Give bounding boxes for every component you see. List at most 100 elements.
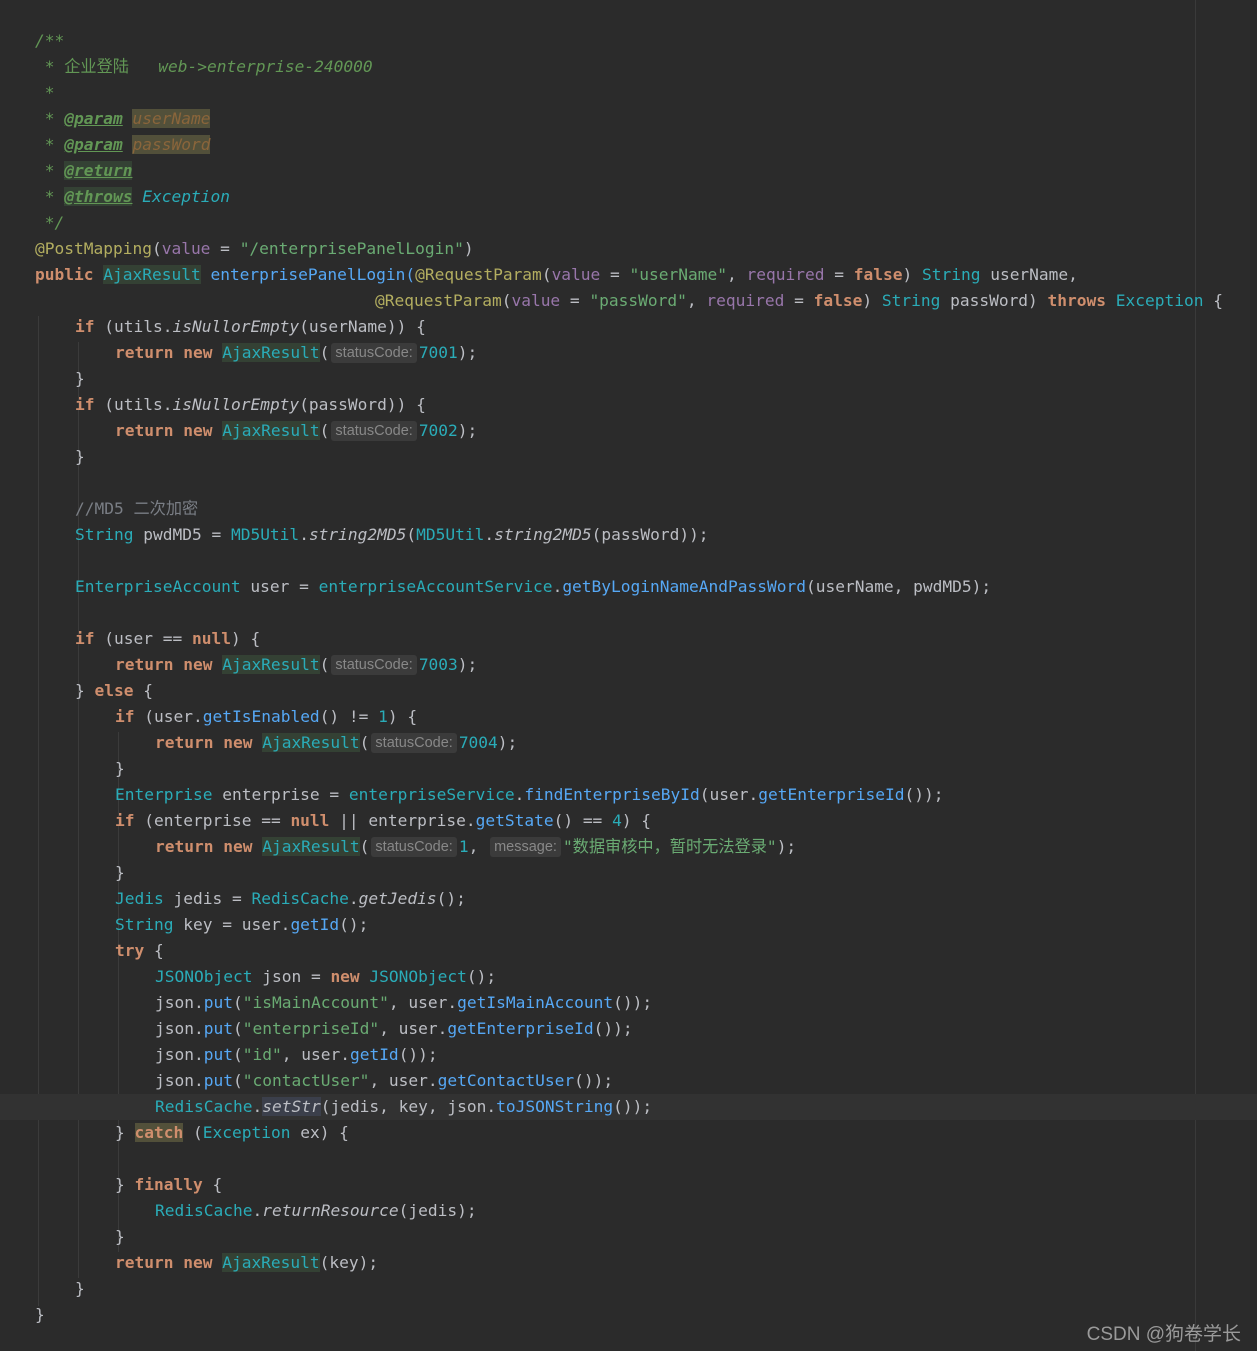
code-token: value — [161, 239, 211, 258]
code-token: (enterprise == — [144, 811, 291, 830]
code-line[interactable]: * @throws Exception — [35, 184, 230, 210]
code-token: @throws — [64, 187, 133, 206]
code-line[interactable]: if (user == null) { — [75, 626, 260, 652]
code-token: AjaxResult — [222, 421, 320, 440]
code-line[interactable]: } else { — [75, 678, 153, 704]
code-token: ( — [232, 1019, 243, 1038]
code-token: RedisCache — [251, 889, 349, 908]
code-token: (utils. — [104, 317, 173, 336]
code-token: String — [115, 915, 174, 934]
code-token: try — [115, 941, 145, 960]
code-token: else — [94, 681, 134, 700]
code-line[interactable]: //MD5 二次加密 — [75, 496, 198, 522]
code-token: = — [210, 239, 240, 258]
code-token: , — [686, 291, 707, 310]
code-line[interactable]: try { — [115, 938, 164, 964]
code-line[interactable]: /** — [35, 28, 64, 54]
code-line[interactable]: json.put("contactUser", user.getContactU… — [155, 1068, 613, 1094]
code-token: getContactUser — [437, 1071, 575, 1090]
code-line[interactable]: * 企业登陆 web->enterprise-240000 — [35, 54, 373, 80]
code-token: ) — [862, 291, 882, 310]
code-token: (user == — [104, 629, 192, 648]
code-line[interactable]: return new AjaxResult(statusCode: 7002); — [115, 418, 477, 444]
code-token: "passWord" — [589, 291, 687, 310]
code-line[interactable]: Enterprise enterprise = enterpriseServic… — [115, 782, 943, 808]
code-line[interactable]: if (user.getIsEnabled() != 1) { — [115, 704, 417, 730]
code-token: (); — [466, 967, 497, 986]
code-token: (jedis, key, json. — [320, 1097, 497, 1116]
code-line[interactable]: * @return — [35, 158, 133, 184]
code-editor[interactable]: /** * 企业登陆 web->enterprise-240000 * * @p… — [0, 0, 1257, 1351]
code-line[interactable]: } — [75, 366, 85, 392]
code-token: if — [75, 395, 105, 414]
code-line[interactable]: json.put("isMainAccount", user.getIsMain… — [155, 990, 652, 1016]
code-token: Exception — [142, 187, 230, 206]
code-token: json. — [155, 993, 204, 1012]
code-token: ( — [406, 525, 417, 544]
code-line[interactable]: EnterpriseAccount user = enterpriseAccou… — [75, 574, 991, 600]
code-line[interactable]: return new AjaxResult(key); — [115, 1250, 378, 1276]
code-line[interactable]: json.put("enterpriseId", user.getEnterpr… — [155, 1016, 633, 1042]
code-token: } — [115, 1175, 135, 1194]
code-line[interactable]: if (utils.isNullorEmpty(userName)) { — [75, 314, 426, 340]
code-token: ( — [359, 733, 370, 752]
code-line[interactable]: } — [115, 860, 125, 886]
code-token: return new — [115, 343, 223, 362]
code-line[interactable]: return new AjaxResult(statusCode: 1, mess… — [155, 834, 796, 860]
code-token: jedis = — [163, 889, 252, 908]
code-token: getEnterpriseId — [447, 1019, 594, 1038]
code-token: = — [560, 291, 590, 310]
code-token: MD5Util — [416, 525, 485, 544]
code-line[interactable]: * @param passWord — [35, 132, 211, 158]
code-line[interactable]: } — [75, 444, 85, 470]
code-token: ( — [359, 837, 370, 856]
code-line[interactable]: return new AjaxResult(statusCode: 7003); — [115, 652, 477, 678]
code-token: throws — [1047, 291, 1116, 310]
code-token: ()); — [398, 1045, 438, 1064]
indent-guide — [38, 316, 39, 1306]
code-line[interactable]: RedisCache.returnResource(jedis); — [155, 1198, 477, 1224]
code-line[interactable]: @PostMapping(value = "/enterprisePanelLo… — [35, 236, 474, 262]
code-line[interactable]: if (utils.isNullorEmpty(passWord)) { — [75, 392, 426, 418]
code-token: json = — [252, 967, 331, 986]
code-line[interactable]: } catch (Exception ex) { — [115, 1120, 349, 1146]
parameter-hint: statusCode: — [371, 733, 457, 753]
code-line[interactable]: */ — [35, 210, 65, 236]
code-line[interactable]: return new AjaxResult(statusCode: 7001); — [115, 340, 477, 366]
code-line[interactable]: String key = user.getId(); — [115, 912, 368, 938]
code-line[interactable]: String pwdMD5 = MD5Util.string2MD5(MD5Ut… — [75, 522, 709, 548]
code-token: } — [75, 681, 95, 700]
code-token: ( — [541, 265, 552, 284]
code-token: } — [115, 759, 125, 778]
code-token: findEnterpriseById — [524, 785, 700, 804]
code-token: finally — [134, 1175, 203, 1194]
code-token: "/enterprisePanelLogin" — [239, 239, 464, 258]
code-line-current[interactable]: RedisCache.setStr(jedis, key, json.toJSO… — [0, 1094, 1257, 1120]
code-line[interactable]: } — [115, 1224, 125, 1250]
code-line[interactable]: if (enterprise == null || enterprise.get… — [115, 808, 651, 834]
code-line[interactable]: } — [35, 1302, 45, 1328]
code-line[interactable]: } finally { — [115, 1172, 222, 1198]
code-token: getByLoginNameAndPassWord — [562, 577, 806, 596]
code-token: required — [746, 265, 825, 284]
code-token: isNullorEmpty — [172, 395, 300, 414]
code-line[interactable]: @RequestParam(value = "passWord", requir… — [375, 288, 1223, 314]
code-line[interactable]: json.put("id", user.getId()); — [155, 1042, 438, 1068]
code-line[interactable]: * — [35, 80, 55, 106]
code-line[interactable]: JSONObject json = new JSONObject(); — [155, 964, 496, 990]
code-line[interactable]: Jedis jedis = RedisCache.getJedis(); — [115, 886, 466, 912]
code-token: Enterprise — [115, 785, 213, 804]
code-token: toJSONString — [496, 1097, 614, 1116]
code-line[interactable]: } — [115, 756, 125, 782]
code-line[interactable]: public AjaxResult enterprisePanelLogin(@… — [35, 262, 1078, 288]
code-token: } — [75, 369, 85, 388]
code-line[interactable]: * @param userName — [35, 106, 211, 132]
code-line[interactable]: return new AjaxResult(statusCode: 7004); — [155, 730, 517, 756]
code-token: getEnterpriseId — [758, 785, 905, 804]
code-line[interactable]: } — [75, 1276, 85, 1302]
code-token: getState — [475, 811, 554, 830]
code-token: getId — [290, 915, 340, 934]
code-token: ( — [232, 993, 243, 1012]
code-token: = — [600, 265, 630, 284]
